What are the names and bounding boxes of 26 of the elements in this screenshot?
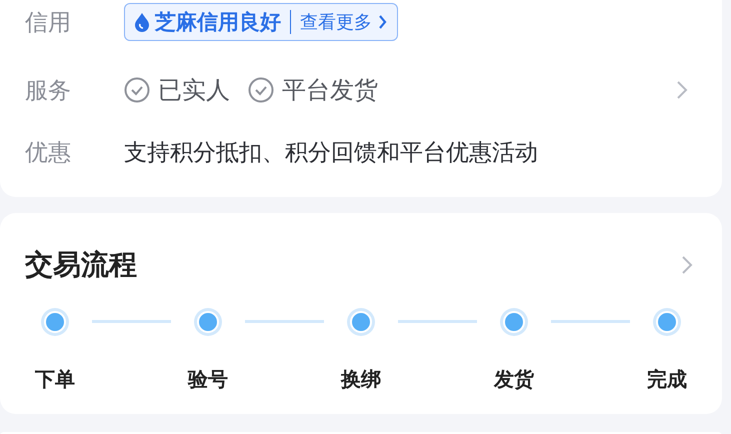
chevron-right-icon[interactable]	[676, 80, 688, 100]
service-tag: 已实人	[158, 74, 230, 106]
check-circle-icon	[124, 77, 150, 103]
check-circle-icon	[248, 77, 274, 103]
step-label: 验号	[188, 366, 228, 393]
step-label: 发货	[494, 366, 534, 393]
step-label: 完成	[647, 366, 687, 393]
credit-rating: 芝麻信用良好	[155, 9, 281, 36]
step-label: 换绑	[341, 366, 381, 393]
discount-text: 支持积分抵扣、积分回馈和平台优惠活动	[124, 138, 538, 168]
step-dot	[197, 311, 219, 333]
chevron-right-icon	[378, 15, 387, 29]
step-dot	[350, 311, 372, 333]
step-dot	[503, 311, 525, 333]
service-tag: 平台发货	[282, 74, 378, 106]
field-label: 信用	[25, 8, 72, 38]
field-label: 优惠	[25, 138, 72, 168]
see-more-link[interactable]: 查看更多	[300, 10, 387, 34]
section-title: 交易流程	[25, 247, 138, 283]
field-label: 服务	[25, 76, 72, 106]
step-dot	[44, 311, 66, 333]
drop-icon	[135, 12, 149, 32]
chevron-right-icon[interactable]	[681, 255, 693, 275]
step-label: 下单	[35, 366, 75, 393]
credit-badge[interactable]: 芝麻信用良好 查看更多	[124, 3, 398, 41]
step-dot	[656, 311, 678, 333]
